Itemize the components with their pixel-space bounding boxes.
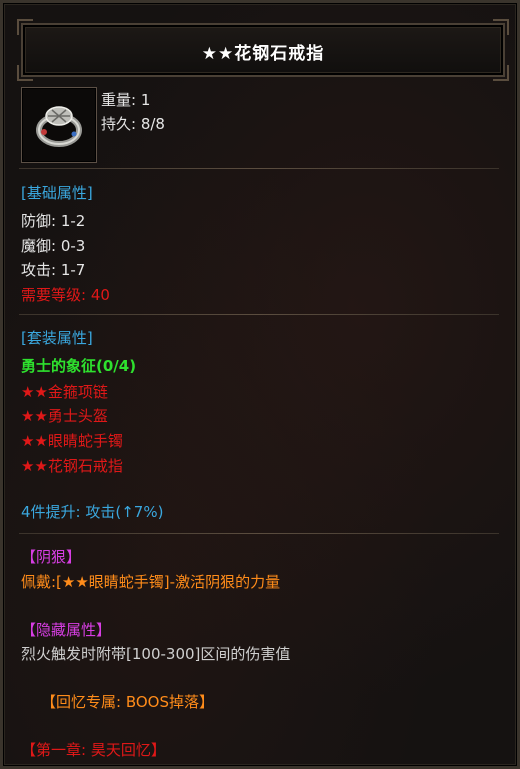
memory-exclusive-tag: 【回忆专属: BOOS掉落】 (41, 693, 214, 711)
hidden-attributes-description: 烈火触发时附带[100-300]区间的伤害值 (21, 645, 291, 663)
ring-icon (36, 106, 82, 147)
set-piece: ★★眼睛蛇手镯 (21, 432, 123, 450)
yinhen-description: 佩戴:[★★眼睛蛇手镯]-激活阴狠的力量 (21, 573, 281, 591)
set-piece: ★★花钢石戒指 (21, 457, 123, 475)
item-icon-slot (21, 87, 97, 163)
chapter-tag: 【第一章: 昊天回忆】 (21, 741, 166, 759)
basic-attributes-header: [基础属性] (21, 184, 93, 202)
divider (19, 533, 499, 534)
set-bonus: 4件提升: 攻击(↑7%) (21, 503, 164, 521)
corner-ornament (493, 19, 509, 35)
defense-stat: 防御: 1-2 (21, 212, 86, 230)
corner-ornament (493, 65, 509, 81)
item-title: ★★花钢石戒指 (201, 44, 325, 64)
title-bar: ★★花钢石戒指 (17, 19, 509, 81)
magic-defense-stat: 魔御: 0-3 (21, 237, 86, 255)
hidden-attributes-header: 【隐藏属性】 (21, 621, 112, 639)
divider (19, 168, 499, 169)
set-name: 勇士的象征(0/4) (21, 357, 137, 375)
set-attributes-header: [套装属性] (21, 329, 93, 347)
item-tooltip: ★★花钢石戒指 重量: 1 持久: 8/8 [基础属性] 防御: 1-2 魔御:… (0, 0, 520, 769)
required-level: 需要等级: 40 (21, 286, 110, 304)
divider (19, 314, 499, 315)
attack-stat: 攻击: 1-7 (21, 261, 86, 279)
set-piece: ★★勇士头盔 (21, 407, 108, 425)
corner-ornament (17, 19, 33, 35)
yinhen-header: 【阴狠】 (21, 548, 82, 566)
set-piece: ★★金箍项链 (21, 383, 108, 401)
weight-stat: 重量: 1 (101, 91, 151, 109)
corner-ornament (17, 65, 33, 81)
durability-stat: 持久: 8/8 (101, 115, 165, 133)
